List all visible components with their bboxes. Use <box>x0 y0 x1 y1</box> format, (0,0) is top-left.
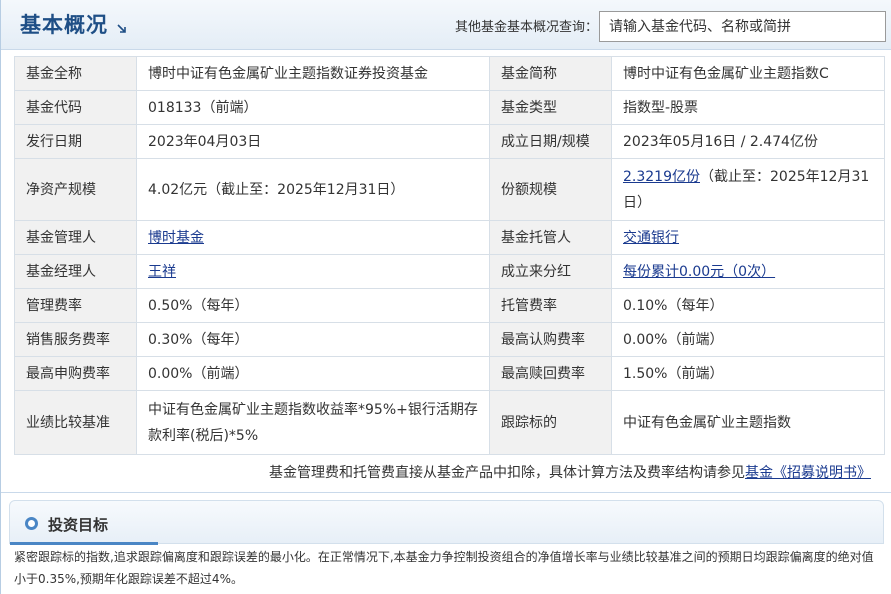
label-code: 基金代码 <box>14 90 137 125</box>
label-establish: 成立日期/规模 <box>489 124 612 159</box>
circle-bullet-icon <box>25 517 38 530</box>
section-divider <box>1 492 891 493</box>
label-dividend: 成立来分红 <box>489 254 612 289</box>
label-tracking: 跟踪标的 <box>489 390 612 455</box>
fund-overview-panel: 基本概况 其他基金基本概况查询： 基金全称 博时中证有色金属矿业主题指数证券投资… <box>0 0 891 594</box>
table-row: 净资产规模 4.02亿元（截止至：2025年12月31日） 份额规模 2.321… <box>14 158 885 221</box>
label-issue-date: 发行日期 <box>14 124 137 159</box>
value-issue-date: 2023年04月03日 <box>136 124 490 159</box>
value-tracking: 中证有色金属矿业主题指数 <box>611 390 885 455</box>
table-row: 业绩比较基准 中证有色金属矿业主题指数收益率*95%+银行活期存款利率(税后)*… <box>14 390 885 455</box>
table-row: 管理费率 0.50%（每年） 托管费率 0.10%（每年） <box>14 288 885 323</box>
table-row: 基金代码 018133（前端） 基金类型 指数型-股票 <box>14 90 885 125</box>
section-underline <box>10 542 158 545</box>
label-full-name: 基金全称 <box>14 56 137 91</box>
label-benchmark: 业绩比较基准 <box>14 390 137 455</box>
value-type: 指数型-股票 <box>611 90 885 125</box>
table-row: 基金经理人 王祥 成立来分红 每份累计0.00元（0次） <box>14 254 885 289</box>
manager-company-link[interactable]: 博时基金 <box>148 230 204 246</box>
objective-text: 紧密跟踪标的指数,追求跟踪偏离度和跟踪误差的最小化。在正常情况下,本基金力争控制… <box>14 550 874 586</box>
label-manager: 基金经理人 <box>14 254 137 289</box>
label-redeem-fee: 最高赎回费率 <box>489 356 612 391</box>
manager-link[interactable]: 王祥 <box>148 264 176 280</box>
value-redeem-fee: 1.50%（前端） <box>611 356 885 391</box>
value-full-name: 博时中证有色金属矿业主题指数证券投资基金 <box>136 56 490 91</box>
table-row: 销售服务费率 0.30%（每年） 最高认购费率 0.00%（前端） <box>14 322 885 357</box>
value-purchase-fee: 0.00%（前端） <box>136 356 490 391</box>
search-label: 其他基金基本概况查询： <box>455 20 599 35</box>
value-establish: 2023年05月16日 / 2.474亿份 <box>611 124 885 159</box>
label-custodian: 基金托管人 <box>489 220 612 255</box>
value-code: 018133（前端） <box>136 90 490 125</box>
value-manager-company: 博时基金 <box>136 220 490 255</box>
value-shares: 2.3219亿份（截止至：2025年12月31日） <box>611 158 885 221</box>
value-short-name: 博时中证有色金属矿业主题指数C <box>611 56 885 91</box>
value-benchmark: 中证有色金属矿业主题指数收益率*95%+银行活期存款利率(税后)*5% <box>136 390 490 455</box>
label-purchase-fee: 最高申购费率 <box>14 356 137 391</box>
label-custody-fee: 托管费率 <box>489 288 612 323</box>
table-row: 最高申购费率 0.00%（前端） 最高赎回费率 1.50%（前端） <box>14 356 885 391</box>
shares-link[interactable]: 2.3219亿份 <box>623 169 700 185</box>
label-shares: 份额规模 <box>489 158 612 221</box>
dividend-link[interactable]: 每份累计0.00元（0次） <box>623 264 775 280</box>
value-custodian: 交通银行 <box>611 220 885 255</box>
fund-search-input[interactable] <box>599 11 886 42</box>
fund-info-table: 基金全称 博时中证有色金属矿业主题指数证券投资基金 基金简称 博时中证有色金属矿… <box>14 56 885 455</box>
label-subscribe-fee: 最高认购费率 <box>489 322 612 357</box>
custodian-link[interactable]: 交通银行 <box>623 230 679 246</box>
fee-note: 基金管理费和托管费直接从基金产品中扣除，具体计算方法及费率结构请参见基金《招募说… <box>269 462 871 482</box>
header-bar: 基本概况 其他基金基本概况查询： <box>1 0 891 50</box>
value-sales-fee: 0.30%（每年） <box>136 322 490 357</box>
prospectus-link[interactable]: 基金《招募说明书》 <box>745 465 871 481</box>
label-mgmt-fee: 管理费率 <box>14 288 137 323</box>
table-row: 基金全称 博时中证有色金属矿业主题指数证券投资基金 基金简称 博时中证有色金属矿… <box>14 56 885 91</box>
value-net-assets: 4.02亿元（截止至：2025年12月31日） <box>136 158 490 221</box>
objective-title: 投资目标 <box>48 516 109 534</box>
objective-section-header: 投资目标 <box>9 500 884 545</box>
table-row: 发行日期 2023年04月03日 成立日期/规模 2023年05月16日 / 2… <box>14 124 885 159</box>
table-row: 基金管理人 博时基金 基金托管人 交通银行 <box>14 220 885 255</box>
value-custody-fee: 0.10%（每年） <box>611 288 885 323</box>
label-manager-company: 基金管理人 <box>14 220 137 255</box>
value-manager: 王祥 <box>136 254 490 289</box>
label-sales-fee: 销售服务费率 <box>14 322 137 357</box>
label-short-name: 基金简称 <box>489 56 612 91</box>
label-type: 基金类型 <box>489 90 612 125</box>
value-mgmt-fee: 0.50%（每年） <box>136 288 490 323</box>
value-dividend: 每份累计0.00元（0次） <box>611 254 885 289</box>
label-net-assets: 净资产规模 <box>14 158 137 221</box>
arrow-down-right-icon <box>117 24 126 33</box>
fee-note-text: 基金管理费和托管费直接从基金产品中扣除，具体计算方法及费率结构请参见 <box>269 465 745 481</box>
value-subscribe-fee: 0.00%（前端） <box>611 322 885 357</box>
page-title: 基本概况 <box>20 13 108 37</box>
